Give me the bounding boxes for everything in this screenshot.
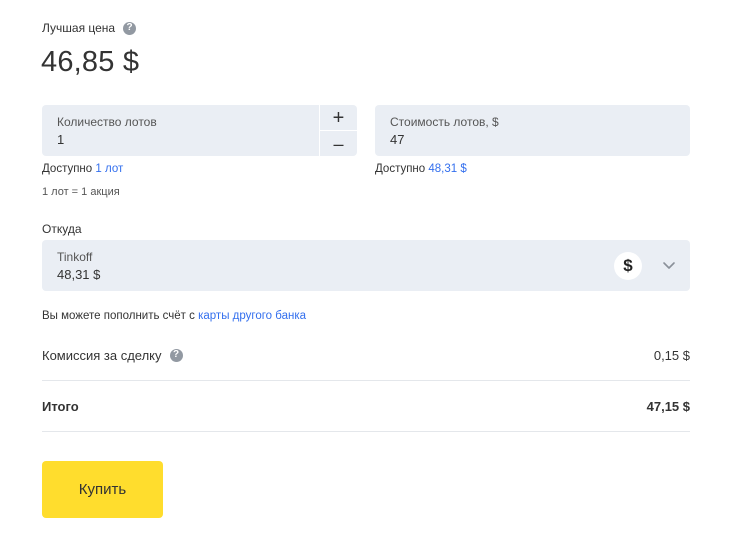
- account-select[interactable]: Tinkoff 48,31 $ $: [42, 240, 690, 291]
- help-icon[interactable]: ?: [169, 348, 183, 362]
- commission-value: 0,15 $: [653, 347, 690, 363]
- lots-available: Доступно 1 лот: [42, 163, 123, 175]
- best-price-label: Лучшая цена ?: [42, 21, 137, 35]
- quantity-stepper: + –: [320, 105, 357, 156]
- cost-available-prefix: Доступно: [375, 163, 426, 175]
- total-value: 47,15 $: [646, 398, 690, 414]
- lots-available-link[interactable]: 1 лот: [95, 163, 123, 175]
- topup-link[interactable]: карты другого банка: [198, 310, 306, 322]
- topup-text: Вы можете пополнить счёт с: [42, 310, 195, 322]
- cost-available-link[interactable]: 48,31 $: [428, 163, 466, 175]
- topup-note: Вы можете пополнить счёт с карты другого…: [42, 310, 306, 322]
- plus-icon: +: [332, 106, 345, 129]
- increment-button[interactable]: +: [320, 105, 357, 130]
- dollar-currency-icon: $: [614, 252, 642, 280]
- commission-row: Комиссия за сделку ? 0,15 $: [42, 330, 690, 381]
- lots-available-prefix: Доступно: [42, 163, 93, 175]
- total-row: Итого 47,15 $: [42, 381, 690, 432]
- account-name: Tinkoff: [57, 250, 93, 264]
- lots-cost-field[interactable]: Стоимость лотов, $ 47: [375, 105, 690, 156]
- commission-label: Комиссия за сделку ?: [42, 348, 183, 363]
- source-label: Откуда: [42, 222, 82, 236]
- lots-quantity-field[interactable]: Количество лотов 1: [42, 105, 319, 156]
- minus-icon: –: [333, 133, 344, 154]
- lot-ratio-note: 1 лот = 1 акция: [42, 186, 120, 198]
- chevron-down-icon[interactable]: [660, 256, 678, 274]
- lots-cost-label: Стоимость лотов, $: [390, 115, 499, 129]
- commission-label-text: Комиссия за сделку: [42, 347, 162, 363]
- lots-quantity-label: Количество лотов: [57, 115, 157, 129]
- lots-quantity-value[interactable]: 1: [57, 132, 64, 147]
- help-icon[interactable]: ?: [123, 21, 137, 35]
- account-balance: 48,31 $: [57, 267, 101, 282]
- total-label: Итого: [42, 398, 79, 414]
- cost-available: Доступно 48,31 $: [375, 163, 467, 175]
- buy-button[interactable]: Купить: [42, 461, 163, 518]
- lots-cost-value[interactable]: 47: [390, 132, 404, 147]
- best-price-value: 46,85 $: [41, 46, 140, 78]
- best-price-label-text: Лучшая цена: [42, 21, 116, 35]
- decrement-button[interactable]: –: [320, 131, 357, 156]
